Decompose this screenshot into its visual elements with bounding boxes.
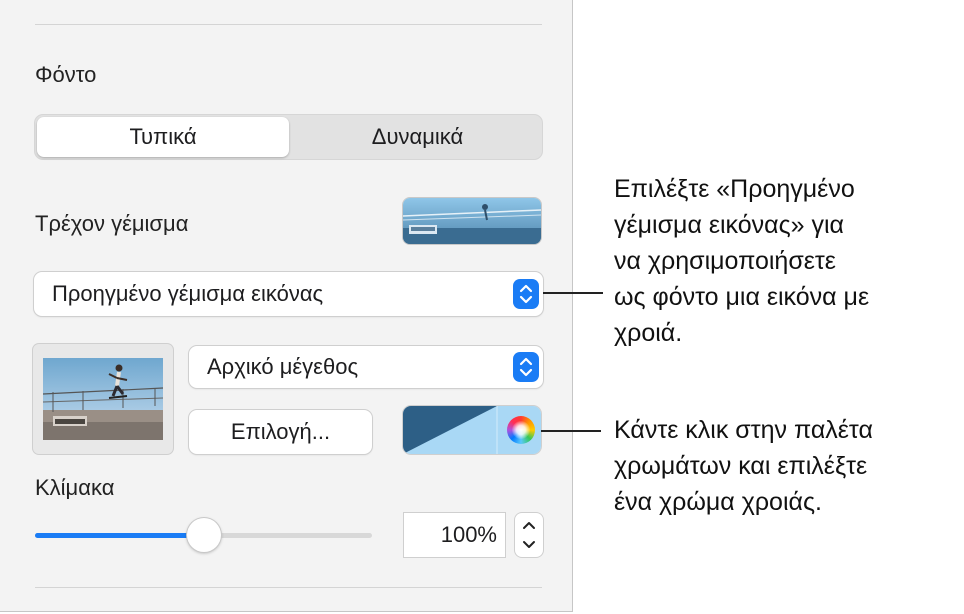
background-mode-control: Τυπικά Δυναμικά [34,114,543,160]
fill-type-popup[interactable]: Προηγμένο γέμισμα εικόνας [34,272,543,316]
scale-slider-fill [35,533,204,538]
updown-chevron-icon [513,352,539,382]
background-section-title: Φόντο [35,62,97,87]
callout-leader-line [541,430,601,432]
image-size-value: Αρχικό μέγεθος [207,354,359,379]
callout-advanced-fill: Επιλέξτε «Προηγμένο γέμισμα εικόνας» για… [614,175,870,347]
updown-chevron-icon [513,279,539,309]
top-divider [35,24,542,25]
scale-label: Κλίμακα [35,475,115,500]
current-fill-swatch[interactable] [403,198,541,244]
updown-chevron-icon [523,522,535,548]
scale-value-field[interactable]: 100% [404,513,505,557]
tab-dynamic[interactable]: Δυναμικά [293,115,542,159]
callout-leader-line [543,292,603,294]
color-wheel-icon[interactable] [507,416,535,444]
image-well[interactable] [33,344,173,454]
current-fill-preview-image [403,198,541,244]
current-fill-label: Τρέχον γέμισμα [35,211,189,236]
callout-color-picker: Κάντε κλικ στην παλέτα χρωμάτων και επιλ… [614,416,873,516]
choose-image-button[interactable]: Επιλογή... [189,410,372,454]
tint-color-well[interactable] [403,406,541,454]
scale-slider[interactable] [35,518,372,552]
bottom-divider [35,587,542,588]
scale-stepper[interactable] [515,513,543,557]
scale-slider-knob[interactable] [186,518,221,552]
image-size-popup[interactable]: Αρχικό μέγεθος [189,346,543,388]
tab-standard[interactable]: Τυπικά [37,117,289,157]
skateboarder-photo [43,358,163,440]
format-sidebar: Φόντο Τυπικά Δυναμικά Τρέχον γέμισμα Προ… [0,0,573,612]
fill-type-value: Προηγμένο γέμισμα εικόνας [52,281,324,306]
